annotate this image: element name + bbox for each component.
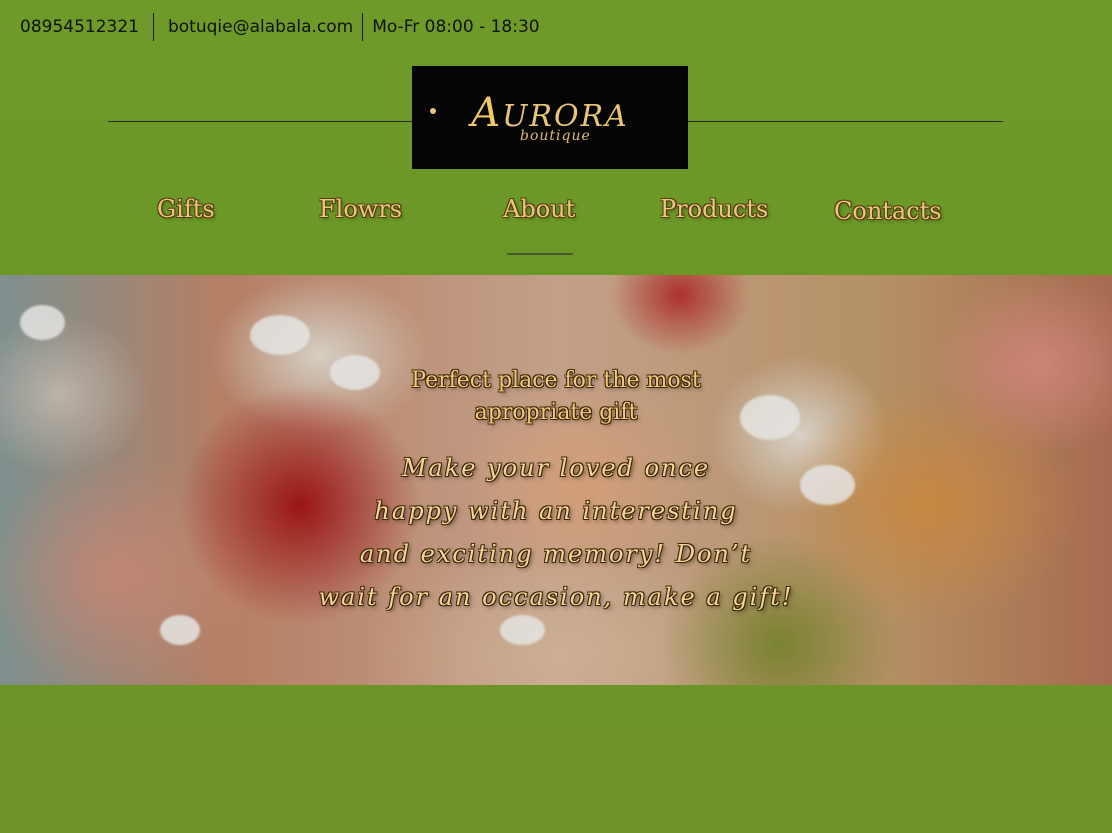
hero-message-line: and exciting memory! Don’t — [359, 540, 753, 568]
hero-tagline-line: Perfect place for the most — [411, 368, 701, 393]
nav-item-about[interactable]: About — [503, 195, 575, 223]
opening-hours: Mo-Fr 08:00 - 18:30 — [372, 17, 540, 37]
hero-message-line: happy with an interesting — [374, 497, 738, 525]
hero-tagline-line: apropriate gift — [474, 400, 638, 425]
logo-rule-right — [688, 121, 1003, 122]
active-nav-indicator — [507, 253, 573, 255]
nav-item-flowrs[interactable]: Flowrs — [319, 195, 402, 223]
phone-number[interactable]: 08954512321 — [20, 17, 139, 37]
logo-rule-left — [108, 121, 413, 122]
divider — [152, 13, 154, 41]
nav-item-contacts[interactable]: Contacts — [834, 197, 942, 225]
logo-subtitle: boutique — [520, 128, 591, 144]
divider — [362, 13, 364, 41]
nav-item-gifts[interactable]: Gifts — [157, 195, 215, 223]
email-link[interactable]: botuqie@alabala.com — [168, 17, 353, 37]
hero-banner: Perfect place for the most apropriate gi… — [0, 275, 1112, 685]
hero-message-line: Make your loved once — [401, 454, 711, 482]
nav-item-products[interactable]: Products — [660, 195, 768, 223]
hero-tagline: Perfect place for the most apropriate gi… — [0, 365, 1112, 429]
hero-message-line: wait for an occasion, make a gift! — [318, 583, 794, 611]
site-logo[interactable]: AURORA boutique — [412, 66, 688, 169]
contact-bar: 08954512321 botuqie@alabala.com Mo-Fr 08… — [20, 12, 540, 42]
hero-message: Make your loved once happy with an inter… — [0, 447, 1112, 619]
